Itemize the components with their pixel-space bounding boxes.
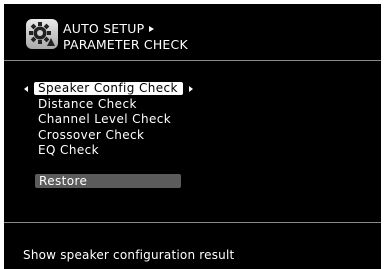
menu-item-crossover-check[interactable]: Crossover Check [24, 128, 364, 144]
screen-header: AUTO SETUP PARAMETER CHECK [26, 13, 326, 57]
footer-divider [4, 222, 381, 223]
menu-item-distance-check[interactable]: Distance Check [24, 97, 364, 113]
header-divider [4, 60, 381, 61]
breadcrumb-arrow-icon [149, 26, 155, 32]
header-title-line1: AUTO SETUP [63, 21, 155, 36]
menu-item-label: Crossover Check [38, 127, 145, 142]
menu-item-label: Distance Check [38, 96, 137, 111]
help-text: Show speaker configuration result [23, 248, 235, 262]
menu-item-label: EQ Check [38, 143, 99, 157]
header-title-line2: PARAMETER CHECK [63, 37, 188, 52]
gear-icon [26, 19, 58, 49]
menu-item-channel-level-check[interactable]: Channel Level Check [24, 112, 364, 128]
parameter-check-menu: Speaker Config Check Distance Check Chan… [24, 81, 364, 159]
setup-screen: AUTO SETUP PARAMETER CHECK Speaker Confi… [4, 4, 381, 269]
menu-item-label: Speaker Config Check [34, 82, 183, 95]
header-title-text: AUTO SETUP [63, 21, 145, 36]
menu-item-speaker-config-check[interactable]: Speaker Config Check [24, 81, 364, 97]
arrow-right-icon[interactable] [189, 86, 193, 92]
menu-item-eq-check[interactable]: EQ Check [24, 143, 364, 159]
restore-button[interactable]: Restore [35, 174, 181, 188]
arrow-left-icon[interactable] [24, 86, 28, 92]
menu-item-label: Channel Level Check [38, 112, 172, 126]
